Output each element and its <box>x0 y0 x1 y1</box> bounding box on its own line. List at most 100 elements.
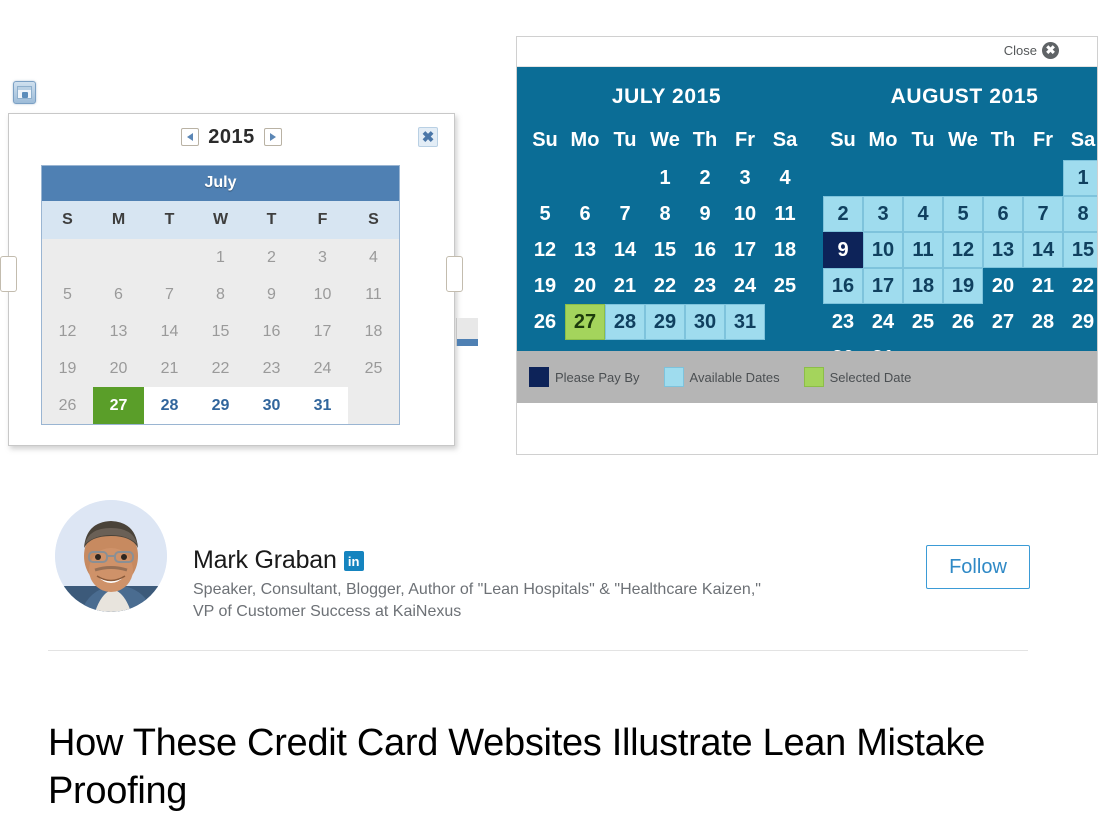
day-cell-empty <box>565 160 605 196</box>
day-cell[interactable]: 3 <box>863 196 903 232</box>
legend-item: Selected Date <box>803 367 911 387</box>
day-cell-empty <box>903 160 943 196</box>
year-label: 2015 <box>208 125 255 148</box>
day-cell[interactable]: 31 <box>725 304 765 340</box>
day-cell: 26 <box>58 396 77 414</box>
day-cell[interactable]: 7 <box>1023 196 1063 232</box>
day-cell: 22 <box>653 274 677 297</box>
legend-swatch <box>529 367 549 387</box>
day-cell: 6 <box>114 285 123 303</box>
left-calendar: July SMTWTFS 1 2 3 4 5 6 7 8 9 10 11 12 13 14 15 16 17 18… <box>41 165 400 425</box>
day-cell: 16 <box>262 322 281 340</box>
avatar <box>55 500 167 612</box>
author-text: Mark Graban in Speaker, Consultant, Blog… <box>193 500 926 623</box>
linkedin-icon[interactable]: in <box>343 550 364 571</box>
day-cell: 23 <box>693 274 717 297</box>
day-cell[interactable]: 14 <box>1023 232 1063 268</box>
day-cell-empty <box>144 239 195 276</box>
day-cell: 24 <box>871 310 895 333</box>
day-cell[interactable]: 17 <box>863 268 903 304</box>
day-cell[interactable]: 6 <box>983 196 1023 232</box>
day-cell: 10 <box>313 285 332 303</box>
day-cell[interactable]: 11 <box>903 232 943 268</box>
day-cell: 11 <box>774 202 796 225</box>
section-divider <box>48 650 1028 651</box>
day-cell: 18 <box>773 238 797 261</box>
day-cell[interactable]: 9 <box>823 232 863 268</box>
month-title: JULY 2015 <box>611 85 722 108</box>
follow-button[interactable]: Follow <box>926 545 1030 589</box>
author-bio-line-2: VP of Customer Success at KaiNexus <box>193 603 462 620</box>
day-cell[interactable]: 30 <box>246 387 297 424</box>
weekday-label: Sa <box>1070 129 1096 151</box>
day-cell[interactable]: 28 <box>605 304 645 340</box>
weekday-label: Fr <box>735 129 755 151</box>
chevron-right-icon <box>269 133 276 141</box>
next-year-button[interactable] <box>263 128 282 146</box>
day-cell: 12 <box>58 322 77 340</box>
day-cell[interactable]: 12 <box>943 232 983 268</box>
day-cell: 21 <box>1031 274 1055 297</box>
day-grid: 1 2 3 4 5 6 7 8 9 10 11 12 13 14 15 16 17 18 19 20 21 22 23 24 2… <box>42 239 399 424</box>
day-cell: 15 <box>653 238 677 261</box>
day-cell: 7 <box>165 285 174 303</box>
day-cell[interactable]: 10 <box>863 232 903 268</box>
day-cell[interactable]: 30 <box>685 304 725 340</box>
author-name[interactable]: Mark Graban <box>193 546 337 575</box>
page-scrollbar-fragment[interactable] <box>456 318 478 346</box>
weekday-label: W <box>212 211 229 228</box>
day-cell: 14 <box>613 238 637 261</box>
chevron-left-icon <box>187 133 194 141</box>
day-cell[interactable]: 5 <box>943 196 983 232</box>
weekday-label: We <box>948 129 978 151</box>
month-label: July <box>42 166 399 201</box>
day-cell[interactable]: 27 <box>565 304 605 340</box>
day-cell: 26 <box>951 310 975 333</box>
day-cell[interactable]: 4 <box>903 196 943 232</box>
day-cell[interactable]: 2 <box>823 196 863 232</box>
close-button[interactable]: Close ✖ <box>1004 42 1059 59</box>
day-cell: 15 <box>211 322 230 340</box>
weekday-label: Su <box>830 129 856 151</box>
day-cell: 14 <box>160 322 179 340</box>
day-cell[interactable]: 19 <box>943 268 983 304</box>
day-cell: 3 <box>739 166 751 189</box>
day-cell[interactable]: 8 <box>1063 196 1097 232</box>
day-cell: 22 <box>1071 274 1095 297</box>
day-cell[interactable]: 29 <box>645 304 685 340</box>
day-cell: 25 <box>773 274 797 297</box>
day-cell: 6 <box>579 202 591 225</box>
calendar-icon[interactable] <box>13 81 36 104</box>
day-cell[interactable]: 15 <box>1063 232 1097 268</box>
day-cell: 1 <box>216 248 225 266</box>
day-cell: 20 <box>573 274 597 297</box>
day-cell: 25 <box>364 359 383 377</box>
legend-item: Please Pay By <box>529 367 640 387</box>
day-cell[interactable]: 16 <box>823 268 863 304</box>
close-icon[interactable]: ✖ <box>418 127 438 147</box>
day-cell[interactable]: 1 <box>1063 160 1097 196</box>
weekday-label: Tu <box>911 129 935 151</box>
prev-year-button[interactable] <box>181 128 200 146</box>
day-cell-empty <box>863 160 903 196</box>
weekday-label: T <box>164 211 175 228</box>
day-cell[interactable]: 28 <box>144 387 195 424</box>
day-cell: 11 <box>365 285 382 303</box>
day-cell[interactable]: 13 <box>983 232 1023 268</box>
day-cell[interactable]: 27 <box>93 387 144 424</box>
day-cell[interactable]: 18 <box>903 268 943 304</box>
legend-swatch <box>803 367 824 387</box>
prev-month-button[interactable] <box>0 256 17 292</box>
next-month-button[interactable] <box>446 256 463 292</box>
day-cell: 5 <box>63 285 72 303</box>
day-cell: 26 <box>533 310 557 333</box>
bank-datepicker-titlebar: Close ✖ <box>517 37 1097 67</box>
day-cell: 24 <box>733 274 757 297</box>
day-cell: 21 <box>160 359 179 377</box>
day-cell: 7 <box>619 202 631 225</box>
day-cell[interactable]: 29 <box>195 387 246 424</box>
legend-label: Available Dates <box>689 369 780 385</box>
day-cell: 25 <box>911 310 935 333</box>
day-cell[interactable]: 31 <box>297 387 348 424</box>
day-cell-empty <box>943 160 983 196</box>
